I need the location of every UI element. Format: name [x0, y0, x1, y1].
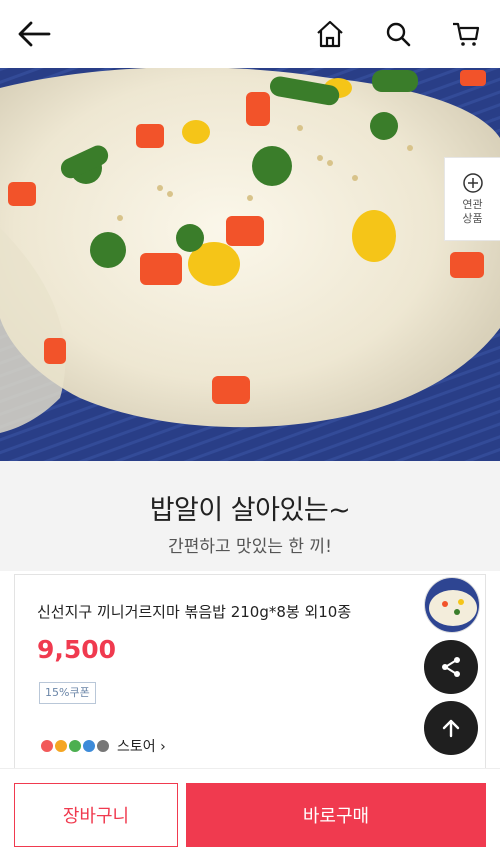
product-thumbnail[interactable]: [424, 577, 480, 633]
share-icon: [442, 657, 460, 677]
store-badge-icons: [39, 738, 111, 754]
store-label: 스토어 ›: [117, 739, 166, 755]
buy-now-button[interactable]: 바로구매: [186, 783, 486, 847]
back-arrow-icon: [18, 21, 51, 47]
related-products-button[interactable]: 연관 상품: [444, 157, 500, 241]
thumbnail-image: [425, 578, 479, 632]
product-price: 9,500: [37, 635, 117, 664]
store-link[interactable]: 스토어 ›: [39, 735, 166, 757]
search-button[interactable]: [378, 14, 418, 54]
promo-subheadline: 간편하고 맛있는 한 끼!: [168, 537, 332, 557]
share-button[interactable]: [424, 640, 478, 694]
add-to-cart-button[interactable]: 장바구니: [14, 783, 178, 847]
scroll-top-button[interactable]: [424, 701, 478, 755]
fried-rice-image: [0, 68, 500, 461]
home-icon: [317, 20, 343, 48]
home-button[interactable]: [310, 14, 350, 54]
top-bar: [0, 0, 500, 68]
bottom-action-bar: 장바구니 바로구매: [0, 768, 500, 861]
cart-button[interactable]: [446, 14, 486, 54]
coupon-badge[interactable]: 15%쿠폰: [39, 682, 96, 704]
related-products-label: 연관 상품: [462, 198, 483, 225]
plus-circle-icon: [462, 173, 483, 193]
promo-headline: 밥알이 살아있는~: [149, 495, 351, 526]
product-info-card: 신선지구 끼니거르지마 볶음밥 210g*8봉 외10종 9,500 15%쿠폰…: [14, 574, 486, 774]
search-icon: [386, 22, 411, 47]
arrow-up-icon: [442, 719, 460, 738]
product-hero-image[interactable]: [0, 68, 500, 461]
cart-icon: [453, 22, 480, 46]
back-button[interactable]: [14, 14, 54, 54]
product-name: 신선지구 끼니거르지마 볶음밥 210g*8봉 외10종: [37, 603, 352, 621]
